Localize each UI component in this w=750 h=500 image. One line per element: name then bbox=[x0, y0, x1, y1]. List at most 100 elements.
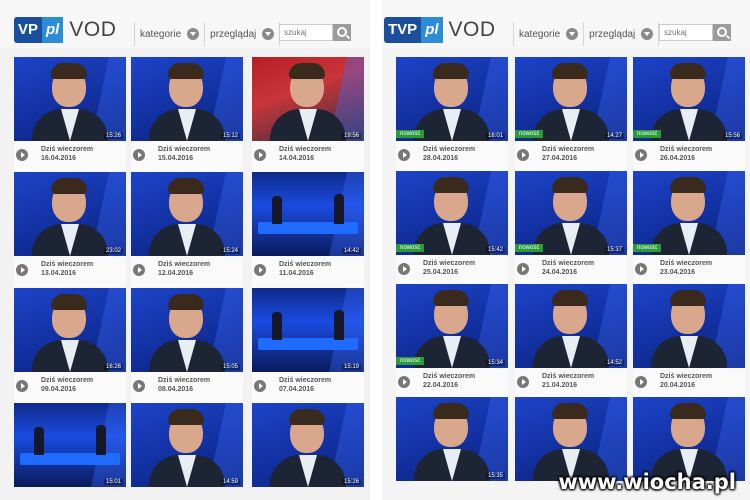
video-thumbnail[interactable]: 16:01 nowość bbox=[396, 57, 508, 141]
video-title[interactable]: Dziś wieczorem bbox=[158, 261, 210, 268]
studio-figure bbox=[96, 425, 106, 455]
video-title[interactable]: Dziś wieczorem bbox=[279, 377, 331, 384]
hair-shape bbox=[168, 63, 204, 79]
tvp-vod-logo[interactable]: VP pl VOD bbox=[14, 15, 116, 45]
video-meta: Dziś wieczorem 14.04.2016 bbox=[252, 141, 364, 173]
video-thumbnail[interactable] bbox=[633, 284, 745, 368]
video-date: 08.04.2016 bbox=[158, 386, 194, 393]
search-input[interactable] bbox=[659, 24, 713, 41]
play-icon[interactable] bbox=[254, 149, 266, 161]
video-duration: 23:02 bbox=[103, 248, 123, 254]
video-thumbnail[interactable]: 16:26 bbox=[14, 288, 126, 372]
video-title[interactable]: Dziś wieczorem bbox=[660, 146, 712, 153]
play-icon[interactable] bbox=[133, 264, 145, 276]
video-duration: 15:26 bbox=[341, 479, 361, 485]
video-thumbnail[interactable]: 15:42 nowość bbox=[396, 171, 508, 255]
play-icon[interactable] bbox=[398, 376, 410, 388]
video-title[interactable]: Dziś wieczorem bbox=[423, 373, 475, 380]
hair-shape bbox=[168, 409, 204, 425]
categories-label: kategorie bbox=[140, 28, 182, 40]
play-icon[interactable] bbox=[254, 264, 266, 276]
video-title[interactable]: Dziś wieczorem bbox=[660, 260, 712, 267]
video-thumbnail[interactable]: 15:19 bbox=[252, 288, 364, 372]
video-date: 12.04.2016 bbox=[158, 270, 194, 277]
play-icon[interactable] bbox=[635, 263, 647, 275]
video-thumbnail[interactable]: 15:12 bbox=[131, 57, 243, 141]
video-title[interactable]: Dziś wieczorem bbox=[41, 377, 93, 384]
video-meta: Dziś wieczorem 12.04.2016 bbox=[131, 256, 243, 288]
video-title[interactable]: Dziś wieczorem bbox=[158, 377, 210, 384]
play-icon[interactable] bbox=[16, 380, 28, 392]
browse-label: przeglądaj bbox=[589, 28, 636, 40]
video-thumbnail[interactable]: 14:42 bbox=[252, 172, 364, 256]
video-title[interactable]: Dziś wieczorem bbox=[542, 146, 594, 153]
tvp-vod-logo[interactable]: TVP pl VOD bbox=[384, 15, 496, 45]
video-title[interactable]: Dziś wieczorem bbox=[423, 260, 475, 267]
main-menu: kategorie przeglądaj bbox=[129, 22, 285, 46]
video-title[interactable]: Dziś wieczorem bbox=[158, 146, 210, 153]
video-thumbnail[interactable]: 14:27 nowość bbox=[515, 57, 627, 141]
search-button[interactable] bbox=[333, 24, 351, 41]
browse-menu[interactable]: przeglądaj bbox=[589, 28, 654, 40]
video-title[interactable]: Dziś wieczorem bbox=[41, 261, 93, 268]
video-thumbnail[interactable] bbox=[633, 397, 745, 481]
categories-menu[interactable]: kategorie bbox=[140, 28, 200, 40]
categories-menu[interactable]: kategorie bbox=[519, 28, 579, 40]
video-thumbnail[interactable]: 15:05 bbox=[131, 288, 243, 372]
video-thumbnail[interactable] bbox=[515, 397, 627, 481]
hair-shape bbox=[552, 403, 588, 419]
play-icon[interactable] bbox=[133, 380, 145, 392]
play-icon[interactable] bbox=[635, 376, 647, 388]
play-icon[interactable] bbox=[517, 149, 529, 161]
video-thumbnail[interactable]: 15:35 bbox=[396, 397, 508, 481]
video-thumbnail[interactable]: 15:37 nowość bbox=[515, 171, 627, 255]
video-title[interactable]: Dziś wieczorem bbox=[279, 261, 331, 268]
video-duration: 14:42 bbox=[341, 248, 361, 254]
video-thumbnail[interactable]: 15:34 nowość bbox=[396, 284, 508, 368]
search-input[interactable] bbox=[279, 24, 333, 41]
search-box bbox=[279, 24, 351, 41]
hair-shape bbox=[433, 403, 469, 419]
video-thumbnail[interactable]: 15:01 bbox=[14, 403, 126, 487]
play-icon[interactable] bbox=[398, 263, 410, 275]
new-badge: nowość bbox=[515, 244, 544, 252]
video-title[interactable]: Dziś wieczorem bbox=[542, 373, 594, 380]
studio-figure bbox=[334, 194, 344, 224]
play-icon[interactable] bbox=[398, 149, 410, 161]
video-title[interactable]: Dziś wieczorem bbox=[542, 260, 594, 267]
search-button[interactable] bbox=[713, 24, 731, 41]
video-thumbnail[interactable]: 23:02 bbox=[14, 172, 126, 256]
video-meta: Dziś wieczorem 11.04.2016 bbox=[252, 256, 364, 288]
video-thumbnail[interactable]: nowość bbox=[633, 171, 745, 255]
video-date: 20.04.2016 bbox=[660, 382, 696, 389]
video-title[interactable]: Dziś wieczorem bbox=[423, 146, 475, 153]
video-date: 23.04.2016 bbox=[660, 269, 696, 276]
play-icon[interactable] bbox=[517, 263, 529, 275]
play-icon[interactable] bbox=[16, 149, 28, 161]
chevron-down-icon bbox=[262, 28, 275, 40]
video-date: 14.04.2016 bbox=[279, 155, 315, 162]
hair-shape bbox=[552, 63, 588, 79]
video-title[interactable]: Dziś wieczorem bbox=[41, 146, 93, 153]
video-thumbnail[interactable]: 15:24 bbox=[131, 172, 243, 256]
video-thumbnail[interactable]: 19:56 bbox=[252, 57, 364, 141]
video-thumbnail[interactable]: 14:52 bbox=[515, 284, 627, 368]
video-thumbnail[interactable]: 15:56 nowość bbox=[633, 57, 745, 141]
play-icon[interactable] bbox=[133, 149, 145, 161]
search-icon bbox=[337, 27, 347, 37]
video-date: 28.04.2016 bbox=[423, 155, 459, 162]
play-icon[interactable] bbox=[635, 149, 647, 161]
play-icon[interactable] bbox=[254, 380, 266, 392]
video-thumbnail[interactable]: 15:26 bbox=[14, 57, 126, 141]
video-title[interactable]: Dziś wieczorem bbox=[279, 146, 331, 153]
play-icon[interactable] bbox=[517, 376, 529, 388]
browse-menu[interactable]: przeglądaj bbox=[210, 28, 275, 40]
play-icon[interactable] bbox=[16, 264, 28, 276]
hair-shape bbox=[552, 290, 588, 306]
site-watermark: www.wiocha.pl bbox=[558, 470, 736, 494]
video-thumbnail[interactable]: 15:26 bbox=[252, 403, 364, 487]
right-screenshot-panel: TVP pl VOD kategorie przeglądaj 16:01 now… bbox=[382, 0, 750, 500]
video-thumbnail[interactable]: 14:59 bbox=[131, 403, 243, 487]
video-date: 24.04.2016 bbox=[542, 269, 578, 276]
video-title[interactable]: Dziś wieczorem bbox=[660, 373, 712, 380]
